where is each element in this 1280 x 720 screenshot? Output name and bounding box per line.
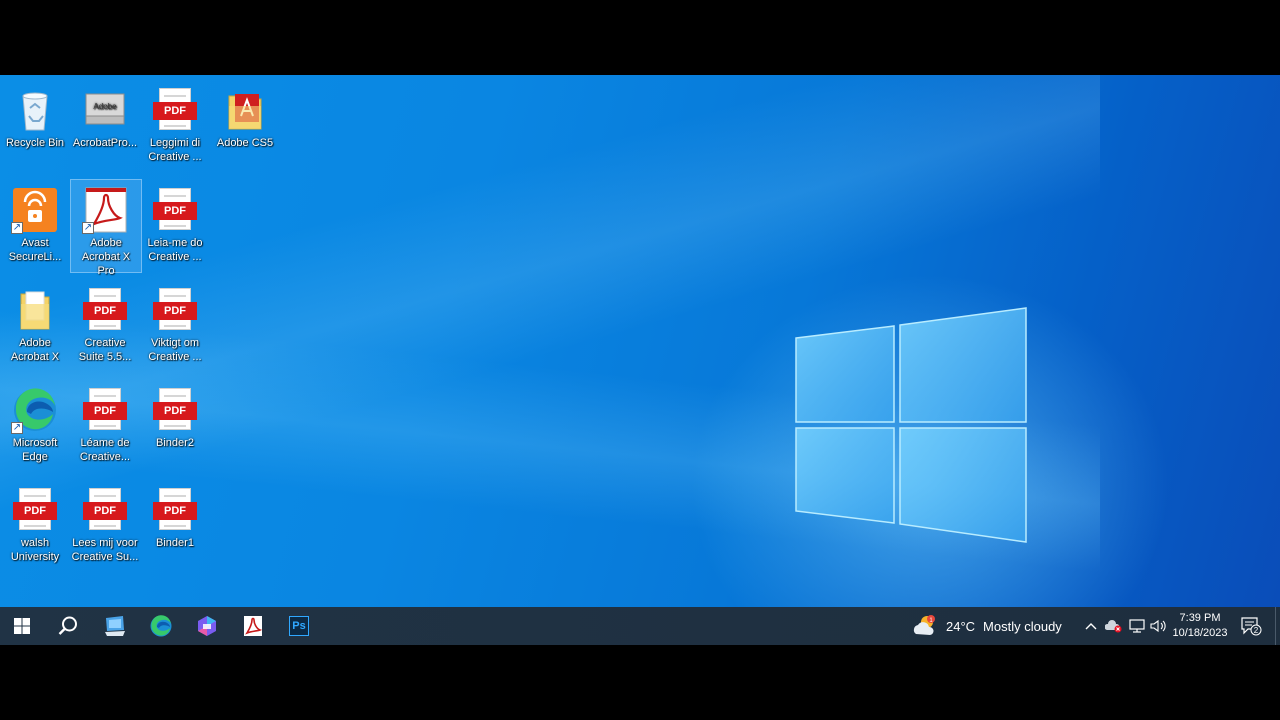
- weather-temperature: 24°C: [946, 618, 976, 634]
- weather-widget[interactable]: 1 24°C Mostly cloudy: [912, 607, 1062, 645]
- desktop-icon-pdf-leggimi[interactable]: PDF Leggimi di Creative ...: [140, 80, 210, 166]
- desktop[interactable]: Recycle Bin Adobe AcrobatPro... PDF Legg…: [0, 75, 1280, 645]
- desktop-icon-avast[interactable]: ↗ Avast SecureLi...: [0, 180, 70, 266]
- show-hidden-icons-button[interactable]: [1082, 607, 1100, 645]
- adobe-folder-icon: [221, 86, 269, 134]
- desktop-icon-microsoft-edge[interactable]: ↗ Microsoft Edge: [0, 380, 70, 466]
- desktop-icon-pdf-leia-me[interactable]: PDF Leia-me do Creative ...: [140, 180, 210, 266]
- pdf-file-icon: PDF: [81, 386, 129, 434]
- taskbar-app-photoshop[interactable]: Ps: [277, 607, 321, 645]
- svg-text:Adobe: Adobe: [93, 102, 117, 111]
- desktop-icon-pdf-lees-mij[interactable]: PDF Lees mij voor Creative Su...: [70, 480, 140, 566]
- desktop-icon-pdf-binder1[interactable]: PDF Binder1: [140, 480, 210, 552]
- desktop-app-icon: [105, 616, 125, 636]
- weather-description: Mostly cloudy: [983, 618, 1062, 634]
- onedrive-tray-button[interactable]: [1103, 607, 1125, 645]
- weather-cloudy-icon: 1: [913, 615, 935, 635]
- desktop-icon-pdf-creative-suite[interactable]: PDF Creative Suite 5.5...: [70, 280, 140, 366]
- desktop-icon-label: Binder1: [156, 537, 194, 549]
- taskbar-app-acrobat[interactable]: [231, 607, 275, 645]
- desktop-icon-pdf-walsh[interactable]: PDF walsh University: [0, 480, 70, 566]
- notification-icon: 2: [1241, 617, 1262, 636]
- desktop-icon-label: Avast SecureLi...: [8, 237, 62, 263]
- clock[interactable]: 7:39 PM 10/18/2023: [1166, 611, 1234, 641]
- shortcut-arrow-icon: ↗: [82, 222, 94, 234]
- cloud-error-icon: [1105, 620, 1122, 633]
- chevron-up-icon: [1085, 623, 1097, 630]
- desktop-icon-recycle-bin[interactable]: Recycle Bin: [0, 80, 70, 152]
- recycle-bin-icon: [11, 86, 59, 134]
- desktop-icon-adobe-acrobat-x-folder[interactable]: Adobe Acrobat X: [0, 280, 70, 366]
- desktop-icon-label: Binder2: [156, 437, 194, 449]
- taskbar-app-copilot[interactable]: [185, 607, 229, 645]
- desktop-icon-acrobat-x-pro[interactable]: ↗ Adobe Acrobat X Pro: [70, 179, 142, 277]
- desktop-icon-pdf-binder2[interactable]: PDF Binder2: [140, 380, 210, 452]
- pdf-file-icon: PDF: [151, 386, 199, 434]
- search-button[interactable]: [46, 607, 90, 645]
- desktop-icon-label: Adobe CS5: [216, 137, 274, 149]
- desktop-icon-pdf-viktigt[interactable]: PDF Viktigt om Creative ...: [140, 280, 210, 366]
- desktop-icon-label: Recycle Bin: [5, 137, 65, 149]
- desktop-icon-label: Lees mij voor Creative Su...: [71, 537, 139, 563]
- clock-date: 10/18/2023: [1172, 627, 1228, 639]
- desktop-icon-pdf-leame[interactable]: PDF Léame de Creative...: [70, 380, 140, 466]
- svg-text:2: 2: [1254, 626, 1259, 635]
- pdf-file-icon: PDF: [81, 486, 129, 534]
- desktop-icon-label: Adobe Acrobat X Pro: [81, 237, 131, 277]
- windows-wallpaper-logo: [795, 307, 1027, 543]
- start-button[interactable]: [0, 607, 44, 645]
- notification-center-button[interactable]: 2: [1238, 607, 1264, 645]
- taskbar: Ps 1 24°C Mostly cloudy 7:39 PM 10/18/20…: [0, 607, 1280, 645]
- desktop-icon-label: Creative Suite 5.5...: [78, 337, 132, 363]
- acrobat-icon: [244, 616, 263, 636]
- copilot-icon: [198, 616, 216, 636]
- pdf-file-icon: PDF: [11, 486, 59, 534]
- pdf-file-icon: PDF: [151, 186, 199, 234]
- folder-icon: [11, 286, 59, 334]
- photoshop-icon: Ps: [289, 616, 309, 636]
- network-icon: [1129, 619, 1145, 633]
- network-tray-button[interactable]: [1126, 607, 1148, 645]
- desktop-icon-label: Microsoft Edge: [12, 437, 58, 463]
- desktop-icon-adobe-cs5[interactable]: Adobe CS5: [210, 80, 280, 152]
- avast-lock-icon: ↗: [11, 186, 59, 234]
- pdf-file-icon: PDF: [151, 86, 199, 134]
- desktop-icon-label: Leia-me do Creative ...: [147, 237, 203, 263]
- pdf-file-icon: PDF: [151, 486, 199, 534]
- edge-icon: [150, 615, 172, 637]
- desktop-icon-label: Leggimi di Creative ...: [148, 137, 202, 163]
- pdf-file-icon: PDF: [81, 286, 129, 334]
- shortcut-arrow-icon: ↗: [11, 222, 23, 234]
- desktop-icon-label: Viktigt om Creative ...: [148, 337, 202, 363]
- acrobat-icon: ↗: [82, 186, 130, 234]
- desktop-icon-label: walsh University: [10, 537, 60, 563]
- desktop-icon-acrobatpro-folder[interactable]: Adobe AcrobatPro...: [70, 80, 140, 152]
- taskbar-app-edge[interactable]: [139, 607, 183, 645]
- pdf-file-icon: PDF: [151, 286, 199, 334]
- desktop-icon-label: Adobe Acrobat X: [10, 337, 60, 363]
- edge-icon: ↗: [11, 386, 59, 434]
- clock-time: 7:39 PM: [1179, 612, 1221, 624]
- shortcut-arrow-icon: ↗: [11, 422, 23, 434]
- windows-start-icon: [14, 618, 30, 634]
- desktop-icon-label: AcrobatPro...: [72, 137, 138, 149]
- show-desktop-button[interactable]: [1275, 607, 1280, 645]
- search-icon: [58, 616, 77, 635]
- adobe-box-icon: Adobe: [81, 86, 129, 134]
- taskbar-app-desktop[interactable]: [93, 607, 137, 645]
- desktop-icon-label: Léame de Creative...: [79, 437, 131, 463]
